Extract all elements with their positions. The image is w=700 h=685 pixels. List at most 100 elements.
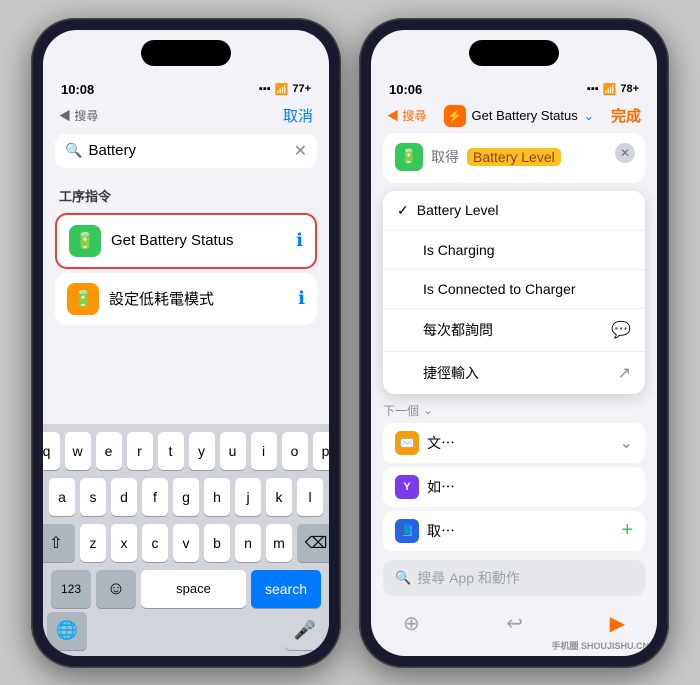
key-t[interactable]: t [158,432,184,470]
key-e[interactable]: e [96,432,122,470]
action-list-item-2[interactable]: 📘 取⋯ + [383,511,645,551]
key-delete[interactable]: ⌫ [297,524,329,562]
shortcut-item-lowpower[interactable]: 🔋 設定低耗電模式 ℹ [55,273,317,325]
status-icons-left: ▪▪▪ 📶 77+ [259,83,311,96]
dropdown-label-2: Is Connected to Charger [423,281,631,297]
signal-icon-right: ▪▪▪ [587,83,599,95]
signal-icon: ▪▪▪ [259,83,271,95]
action-list-item-1[interactable]: Y 如⋯ [383,467,645,507]
key-j[interactable]: j [235,478,261,516]
battery-icon-sym: 🔋 [75,231,95,251]
toolbar-play-btn[interactable]: ▶ [610,611,625,636]
dropdown-item-charging[interactable]: Is Charging [383,231,645,270]
battery-label-left: 77+ [292,83,311,95]
shortcuts-nav: ◀ 搜尋 ⚡ Get Battery Status ⌄ 完成 [371,103,657,133]
shortcut-name-battery: Get Battery Status [111,232,286,249]
key-r[interactable]: r [127,432,153,470]
key-c[interactable]: c [142,524,168,562]
ali-text-1: 如⋯ [427,477,633,497]
key-g[interactable]: g [173,478,199,516]
key-y[interactable]: y [189,432,215,470]
back-button-right[interactable]: ◀ 搜尋 [387,107,426,124]
shortcut-icon-battery: 🔋 [69,225,101,257]
dropdown-extra-1: 捷徑輸入 [423,363,610,383]
key-space[interactable]: space [141,570,246,608]
done-button[interactable]: 完成 [611,105,641,126]
key-s[interactable]: s [80,478,106,516]
key-globe[interactable]: 🌐 [47,612,87,650]
key-a[interactable]: a [49,478,75,516]
kb-row-2: a s d f g h j k l [47,478,325,516]
key-shift[interactable]: ⇧ [43,524,75,562]
expand-icon-0[interactable]: ⌄ [620,433,633,453]
key-o[interactable]: o [282,432,308,470]
toolbar-add-btn[interactable]: ⊕ [403,611,420,636]
cancel-button[interactable]: 取消 [283,105,313,126]
key-n[interactable]: n [235,524,261,562]
dropdown-item-battery-level[interactable]: ✓ Battery Level [383,191,645,231]
key-i[interactable]: i [251,432,277,470]
search-clear-icon[interactable]: ✕ [294,141,307,161]
key-l[interactable]: l [297,478,323,516]
status-icons-right: ▪▪▪ 📶 78+ [587,83,639,96]
wifi-icon-right: 📶 [603,83,617,96]
key-z[interactable]: z [80,524,106,562]
right-phone: 10:06 ▪▪▪ 📶 78+ ◀ 搜尋 ⚡ Get Battery Statu… [359,18,669,668]
dropdown-menu: ✓ Battery Level Is Charging Is Connected… [383,191,645,394]
key-f[interactable]: f [142,478,168,516]
dropdown-item-ask[interactable]: 每次都詢問 💬 [383,309,645,352]
key-search[interactable]: search [251,570,321,608]
key-m[interactable]: m [266,524,292,562]
key-x[interactable]: x [111,524,137,562]
watermark: 手机圈 SHOUJISHU.CN [551,639,649,652]
ali-text-0: 文⋯ [427,433,612,453]
add-icon-2[interactable]: + [621,519,633,542]
key-num[interactable]: 123 [51,570,91,608]
ali-icon-2: 📘 [395,519,419,543]
action-value-label[interactable]: Battery Level [467,148,561,166]
back-label-left[interactable]: ◀ 搜尋 [59,107,98,124]
key-u[interactable]: u [220,432,246,470]
shortcut-name-lowpower: 設定低耗電模式 [109,288,288,309]
key-k[interactable]: k [266,478,292,516]
bottom-search-bar[interactable]: 🔍 搜尋 App 和動作 [383,560,645,596]
action-expand-icon[interactable]: ⌄ [584,109,594,123]
shortcuts-app-icon: ⚡ [444,105,466,127]
bottom-toolbar: ⊕ ↩ ▶ [383,611,645,636]
key-mic[interactable]: 🎤 [285,612,325,650]
search-input[interactable]: Battery [88,142,287,159]
shortcut-info-battery[interactable]: ℹ [296,230,303,251]
key-d[interactable]: d [111,478,137,516]
left-phone-screen: 10:08 ▪▪▪ 📶 77+ ◀ 搜尋 取消 🔍 Battery ✕ 工序指令… [43,30,329,656]
battery-icon-orange: 🔋 [73,289,93,309]
left-phone: 10:08 ▪▪▪ 📶 77+ ◀ 搜尋 取消 🔍 Battery ✕ 工序指令… [31,18,341,668]
key-v[interactable]: v [173,524,199,562]
bottom-search-icon: 🔍 [395,570,411,586]
dropdown-extra-icon-1: ↗ [618,363,631,383]
dynamic-island-left [141,40,231,66]
action-close-button[interactable]: ✕ [615,143,635,163]
dropdown-label-1: Is Charging [423,242,631,258]
key-emoji[interactable]: ☺ [96,570,136,608]
key-w[interactable]: w [65,432,91,470]
time-left: 10:08 [61,82,94,97]
shortcut-item-battery[interactable]: 🔋 Get Battery Status ℹ [55,213,317,269]
key-p[interactable]: p [313,432,330,470]
action-list-item-0[interactable]: ✉️ 文⋯ ⌄ [383,423,645,463]
action-card: 🔋 取得 Battery Level ✕ [383,133,645,183]
key-b[interactable]: b [204,524,230,562]
section-header: 工序指令 [43,180,329,209]
right-phone-screen: 10:06 ▪▪▪ 📶 78+ ◀ 搜尋 ⚡ Get Battery Statu… [371,30,657,656]
kb-row-5: 🌐 🎤 [47,612,325,650]
key-q[interactable]: q [43,432,60,470]
next-section-label: 下一個 ⌄ [383,402,645,419]
toolbar-undo-btn[interactable]: ↩ [506,611,523,636]
dropdown-item-connected[interactable]: Is Connected to Charger [383,270,645,309]
key-h[interactable]: h [204,478,230,516]
chevron-down-icon: ⌄ [423,403,433,417]
shortcut-info-lowpower[interactable]: ℹ [298,288,305,309]
next-label-text: 下一個 [383,402,419,419]
ali-icon-1: Y [395,475,419,499]
search-bar[interactable]: 🔍 Battery ✕ [55,134,317,168]
dropdown-item-shortcut-input[interactable]: 捷徑輸入 ↗ [383,352,645,394]
